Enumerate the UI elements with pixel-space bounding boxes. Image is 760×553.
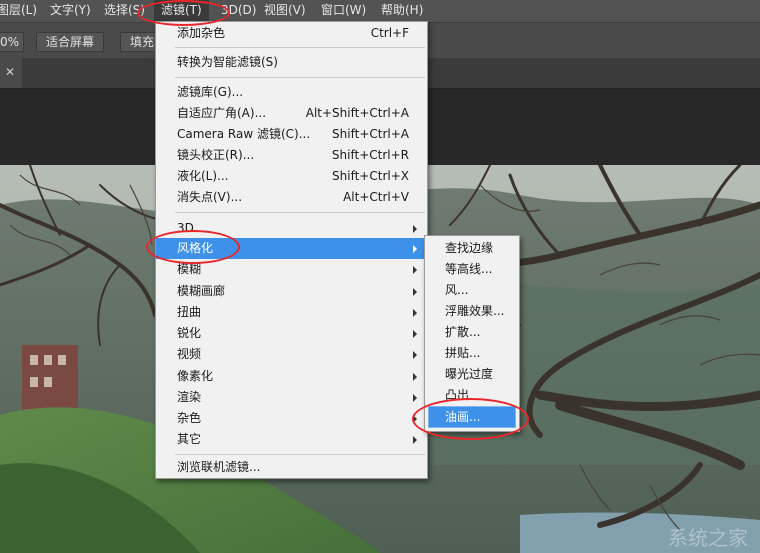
filter-menu-item-lens-correction[interactable]: 镜头校正(R)... Shift+Ctrl+R <box>156 145 427 166</box>
menu-view[interactable]: 视图(V) <box>264 0 306 22</box>
filter-menu-item-vanishing-point[interactable]: 消失点(V)... Alt+Ctrl+V <box>156 187 427 208</box>
menu-separator <box>175 454 425 455</box>
filter-menu-item-noise[interactable]: 杂色 <box>156 408 427 429</box>
filter-menu-item-camera-raw[interactable]: Camera Raw 滤镜(C)... Shift+Ctrl+A <box>156 124 427 145</box>
annotation-circle-stylize <box>146 230 240 264</box>
submenu-arrow-icon <box>413 245 417 253</box>
filter-menu-item-video[interactable]: 视频 <box>156 344 427 365</box>
filter-menu-item-other[interactable]: 其它 <box>156 429 427 450</box>
menu-bar: 图层(L) 文字(Y) 选择(S) 滤镜(T) 3D(D) 视图(V) 窗口(W… <box>0 0 760 22</box>
menu-separator <box>175 47 425 48</box>
filter-menu-item-convert-smart-filter[interactable]: 转换为智能滤镜(S) <box>156 52 427 73</box>
stylize-item-wind[interactable]: 风... <box>425 280 519 301</box>
menu-type[interactable]: 文字(Y) <box>50 0 91 22</box>
filter-menu-item-sharpen[interactable]: 锐化 <box>156 323 427 344</box>
stylize-item-find-edges[interactable]: 查找边缘 <box>425 238 519 259</box>
annotation-circle-oil-paint <box>412 398 529 440</box>
menu-help[interactable]: 帮助(H) <box>381 0 423 22</box>
filter-menu-item-filter-gallery[interactable]: 滤镜库(G)... <box>156 82 427 103</box>
stylize-item-tiles[interactable]: 拼贴... <box>425 343 519 364</box>
menu-layer[interactable]: 图层(L) <box>0 0 37 22</box>
filter-menu-item-blur-gallery[interactable]: 模糊画廊 <box>156 281 427 302</box>
annotation-circle-filter-menu <box>137 0 230 26</box>
menu-separator <box>175 77 425 78</box>
filter-menu-item-pixelate[interactable]: 像素化 <box>156 366 427 387</box>
filter-menu-item-browse-online[interactable]: 浏览联机滤镜... <box>156 457 427 478</box>
stylize-item-emboss[interactable]: 浮雕效果... <box>425 301 519 322</box>
submenu-arrow-icon <box>413 288 417 296</box>
menu-window[interactable]: 窗口(W) <box>321 0 366 22</box>
filter-menu-item-render[interactable]: 渲染 <box>156 387 427 408</box>
close-icon[interactable]: ✕ <box>5 65 15 79</box>
fit-screen-button[interactable]: 适合屏幕 <box>36 32 105 52</box>
stylize-item-diffuse[interactable]: 扩散... <box>425 322 519 343</box>
filter-menu-item-last-filter[interactable]: 添加杂色 Ctrl+F <box>156 23 427 44</box>
filter-menu-item-adaptive-wide-angle[interactable]: 自适应广角(A)... Alt+Shift+Ctrl+A <box>156 103 427 124</box>
stylize-item-contour[interactable]: 等高线... <box>425 259 519 280</box>
fill-screen-button[interactable]: 填充 <box>120 32 160 52</box>
submenu-arrow-icon <box>413 266 417 274</box>
zoom-percent-button[interactable]: 0% <box>0 32 24 52</box>
submenu-arrow-icon <box>413 351 417 359</box>
filter-menu-item-liquify[interactable]: 液化(L)... Shift+Ctrl+X <box>156 166 427 187</box>
watermark-text: 系统之家 <box>668 526 748 550</box>
submenu-arrow-icon <box>413 309 417 317</box>
submenu-arrow-icon <box>413 373 417 381</box>
submenu-arrow-icon <box>413 394 417 402</box>
menu-separator <box>175 212 425 213</box>
submenu-arrow-icon <box>413 225 417 233</box>
document-tab[interactable]: ✕ <box>0 58 22 88</box>
filter-menu-item-distort[interactable]: 扭曲 <box>156 302 427 323</box>
submenu-arrow-icon <box>413 330 417 338</box>
stylize-item-solarize[interactable]: 曝光过度 <box>425 364 519 385</box>
submenu-arrow-icon <box>413 436 417 444</box>
